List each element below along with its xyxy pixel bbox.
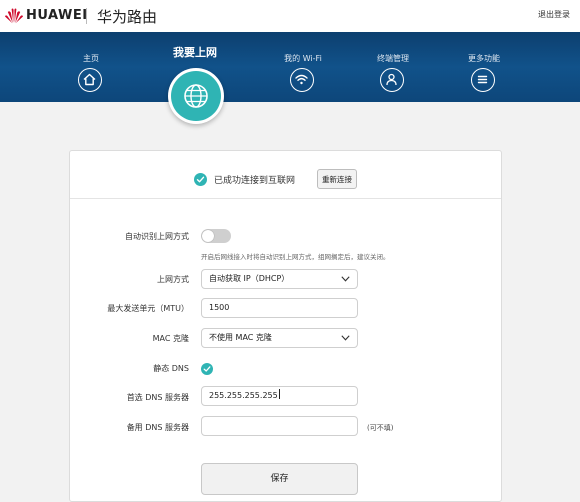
nav-item-label: 主页: [83, 54, 99, 63]
mtu-label: 最大发送单元（MTU）: [107, 304, 189, 313]
check-circle-icon: [194, 173, 207, 186]
primary-dns-value: 255.255.255.255: [209, 391, 278, 400]
primary-dns-label: 首选 DNS 服务器: [126, 393, 189, 402]
nav-item-label: 我的 Wi-Fi: [284, 54, 322, 63]
primary-dns-input[interactable]: 255.255.255.255: [201, 386, 358, 406]
toggle-knob: [202, 230, 214, 242]
nav-item-label: 更多功能: [468, 54, 500, 63]
mtu-value: 1500: [209, 303, 230, 312]
save-button[interactable]: 保存: [201, 463, 358, 495]
chevron-down-icon: [341, 276, 350, 282]
nav-item-devices[interactable]: 终端管理: [353, 32, 433, 102]
nav-item-wifi[interactable]: 我的 Wi-Fi: [263, 32, 343, 102]
secondary-dns-label: 备用 DNS 服务器: [126, 423, 189, 432]
text-cursor: [278, 389, 280, 399]
brand-divider: [86, 8, 87, 24]
connection-type-label: 上网方式: [157, 275, 189, 284]
optional-note: (可不填): [367, 424, 394, 432]
brand-name: HUAWEI: [26, 8, 88, 23]
connection-type-value: 自动获取 IP（DHCP）: [209, 274, 290, 283]
mac-clone-value: 不使用 MAC 克隆: [209, 333, 272, 342]
connection-status-text: 已成功连接到互联网: [214, 176, 296, 186]
home-icon: [78, 68, 102, 92]
top-bar: HUAWEI 华为路由 退出登录: [0, 0, 580, 32]
auto-detect-toggle[interactable]: [201, 229, 231, 243]
nav-item-internet-circle: [171, 71, 221, 121]
user-icon: [380, 68, 404, 92]
globe-icon: [184, 84, 208, 108]
nav-item-internet[interactable]: [168, 68, 224, 124]
check-icon: [203, 366, 211, 372]
reconnect-button[interactable]: 重新连接: [317, 169, 357, 189]
nav-item-internet-label[interactable]: 我要上网: [155, 44, 235, 60]
auto-detect-hint: 开启后网线接入时将自动识别上网方式，组网搁定后，建议关闭。: [201, 253, 390, 261]
mtu-input[interactable]: 1500: [201, 298, 358, 318]
connection-status-row: 已成功连接到互联网 重新连接: [70, 151, 501, 199]
nav-item-more[interactable]: 更多功能: [444, 32, 524, 102]
static-dns-checkbox[interactable]: [201, 363, 213, 375]
chevron-down-icon: [341, 335, 350, 341]
wifi-icon: [290, 68, 314, 92]
internet-settings-card: 已成功连接到互联网 重新连接 自动识别上网方式 开启后网线接入时将自动识别上网方…: [69, 150, 502, 502]
huawei-logo-icon: [5, 8, 23, 24]
static-dns-label: 静态 DNS: [153, 364, 189, 373]
nav-bar: 主页 我的 Wi-Fi 终端管理 更多功能: [0, 32, 580, 102]
product-name: 华为路由: [97, 8, 158, 26]
nav-item-home[interactable]: 主页: [51, 32, 131, 102]
connection-type-select[interactable]: 自动获取 IP（DHCP）: [201, 269, 358, 289]
secondary-dns-input[interactable]: [201, 416, 358, 436]
menu-icon: [471, 68, 495, 92]
mac-clone-select[interactable]: 不使用 MAC 克隆: [201, 328, 358, 348]
nav-item-label: 终端管理: [377, 54, 409, 63]
logout-link[interactable]: 退出登录: [538, 9, 570, 20]
auto-detect-label: 自动识别上网方式: [125, 232, 189, 241]
mac-clone-label: MAC 克隆: [152, 334, 189, 343]
